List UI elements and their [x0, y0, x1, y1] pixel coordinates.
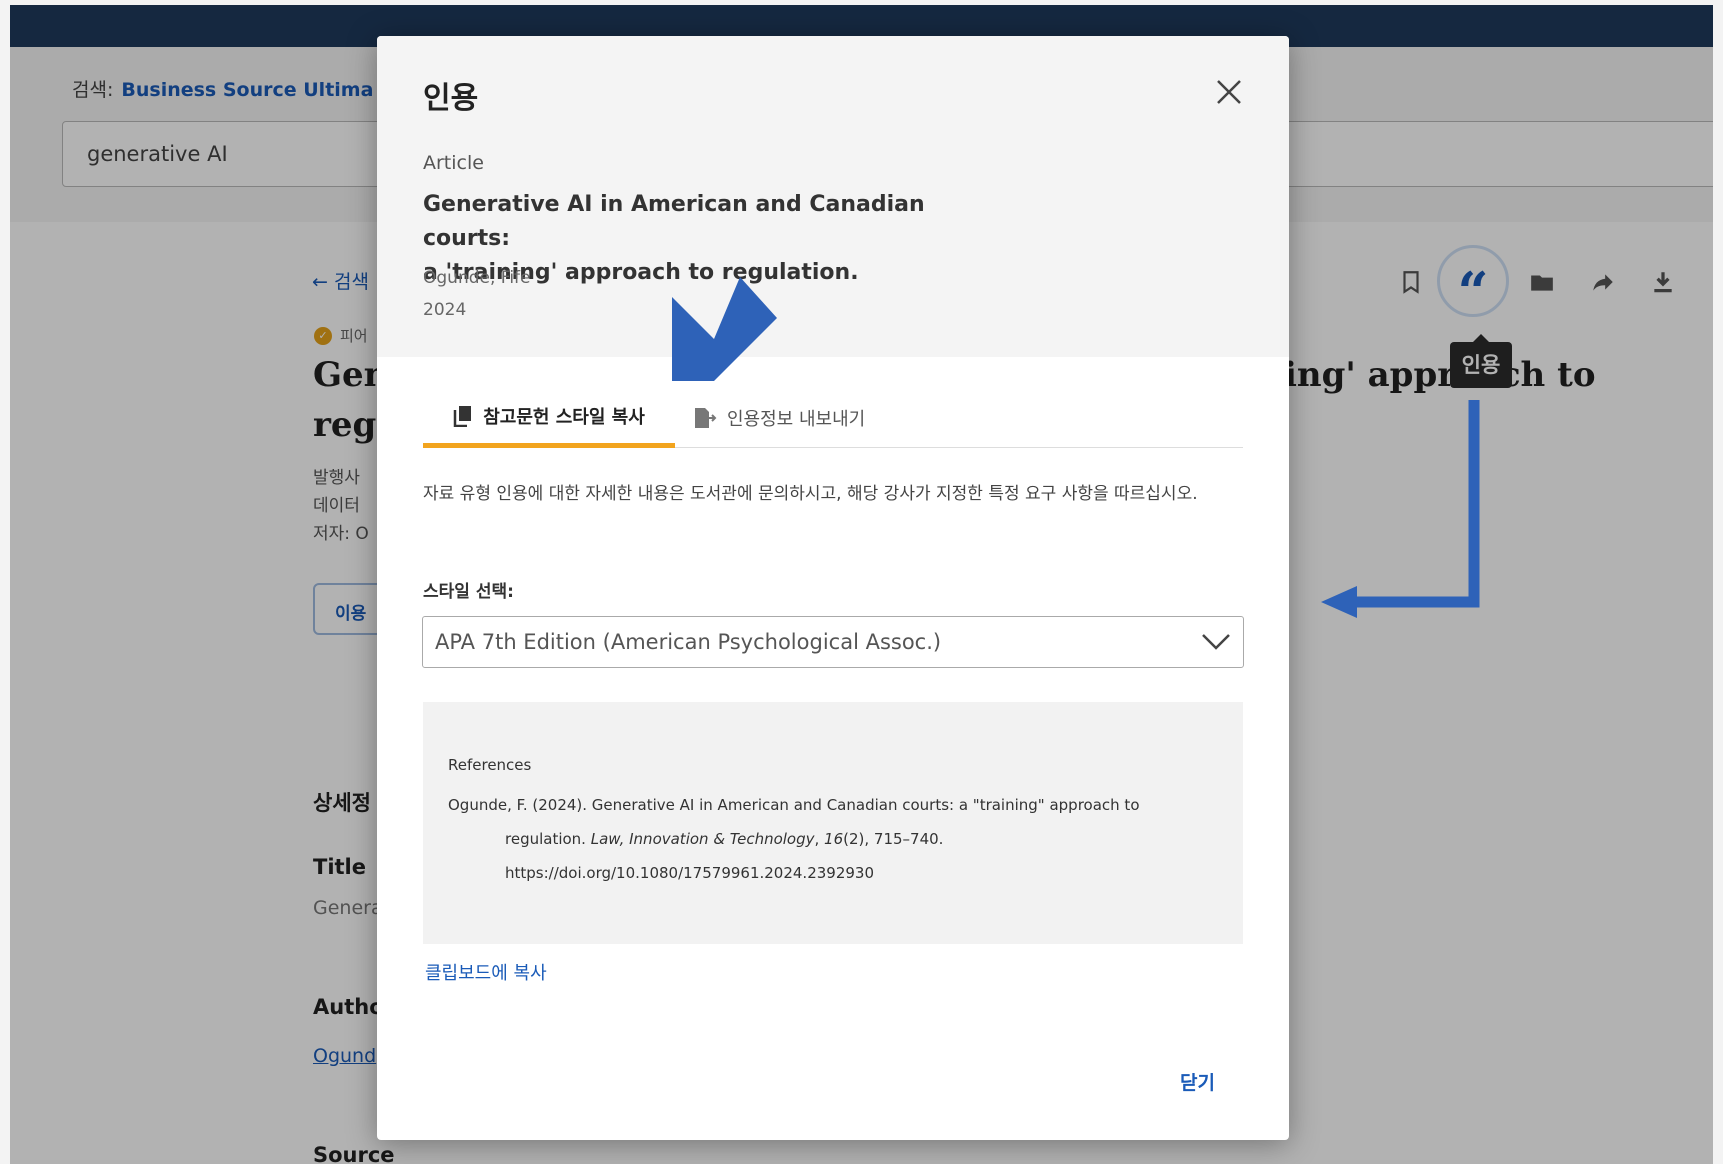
close-icon[interactable]	[1209, 72, 1249, 112]
document-title-line-1: Generative AI in American and Canadian c…	[423, 192, 925, 251]
tab-export-citation[interactable]: 인용정보 내보내기	[693, 388, 865, 448]
chevron-down-icon	[1202, 634, 1230, 650]
modal-title: 인용	[423, 81, 479, 116]
tab-copy-style-label: 참고문헌 스타일 복사	[483, 406, 645, 428]
citation-style-value: APA 7th Edition (American Psychological …	[435, 630, 942, 654]
document-type: Article	[423, 152, 484, 174]
close-modal-link[interactable]: 닫기	[1180, 1068, 1215, 1095]
reference-heading: References	[448, 756, 532, 774]
copy-to-clipboard-link[interactable]: 클립보드에 복사	[425, 959, 547, 985]
document-author: Ogunde, Fife	[423, 268, 531, 288]
citation-tabs: 참고문헌 스타일 복사 인용정보 내보내기	[423, 388, 1243, 448]
reference-line-2: regulation. Law, Innovation & Technology…	[448, 822, 1218, 856]
document-year: 2024	[423, 300, 467, 320]
reference-journal: Law, Innovation & Technology	[590, 830, 815, 848]
citation-style-select[interactable]: APA 7th Edition (American Psychological …	[422, 616, 1244, 668]
citation-info-text: 자료 유형 인용에 대한 자세한 내용은 도서관에 문의하시고, 해당 강사가 …	[423, 484, 1198, 504]
citation-modal: 인용 Article Generative AI in American and…	[377, 36, 1289, 1140]
reference-line-1: Ogunde, F. (2024). Generative AI in Amer…	[448, 796, 1140, 814]
reference-volume: 16	[824, 830, 844, 848]
modal-header: 인용 Article Generative AI in American and…	[377, 36, 1289, 357]
style-select-label: 스타일 선택:	[423, 582, 514, 602]
reference-line-2-start: regulation.	[505, 830, 591, 848]
copy-icon	[453, 405, 472, 427]
reference-line-2-end: (2), 715–740.	[843, 830, 944, 848]
tab-export-citation-label: 인용정보 내보내기	[727, 409, 866, 430]
reference-output-box: References Ogunde, F. (2024). Generative…	[423, 702, 1243, 944]
reference-line-2-sep: ,	[814, 830, 825, 848]
reference-doi: https://doi.org/10.1080/17579961.2024.23…	[505, 864, 875, 882]
export-icon	[695, 408, 717, 428]
tab-copy-style[interactable]: 참고문헌 스타일 복사	[423, 388, 675, 448]
